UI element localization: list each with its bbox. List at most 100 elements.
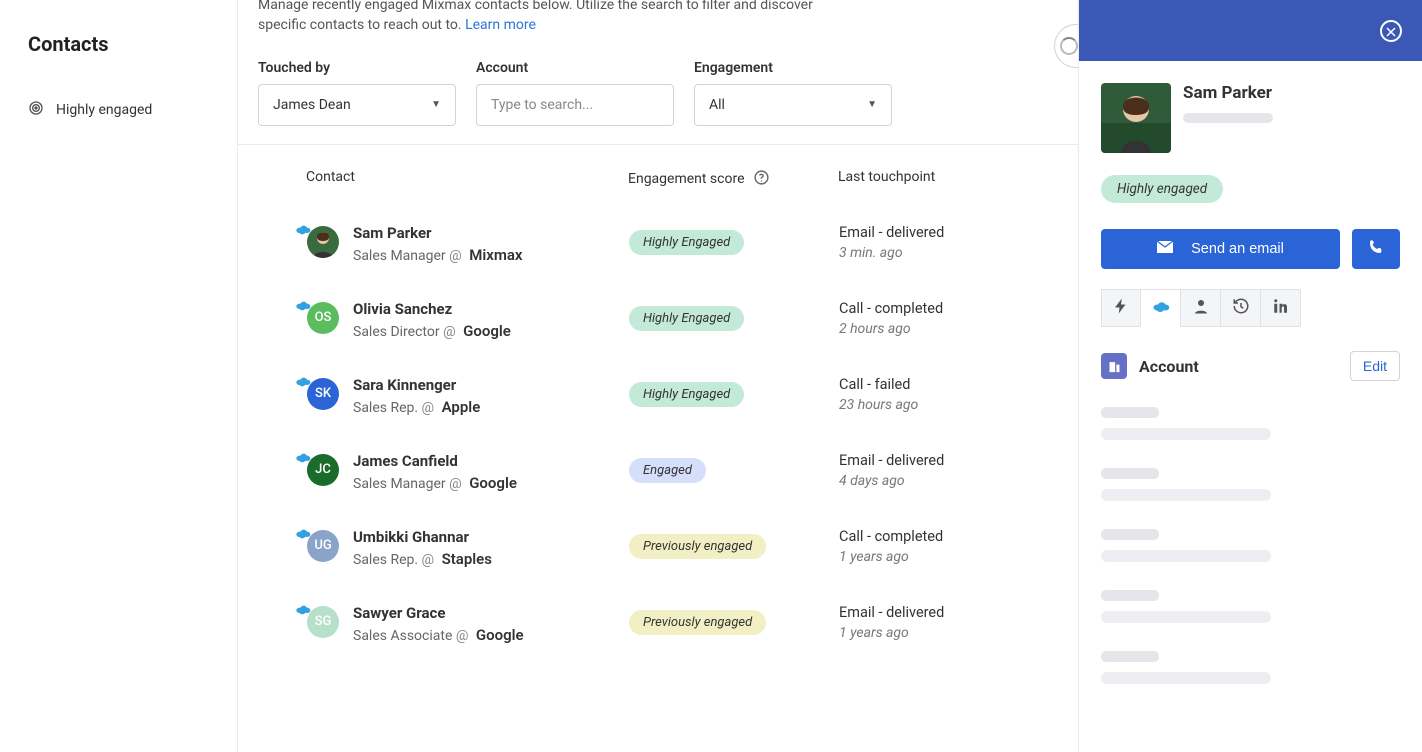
contacts-table-body: Sam Parker Sales Manager @ Mixmax Highly…: [238, 206, 1078, 752]
chevron-down-icon: ▼: [867, 99, 877, 110]
sidebar: Contacts Highly engaged: [0, 0, 238, 752]
touchpoint-time: 1 years ago: [839, 549, 1058, 565]
contact-name: Olivia Sanchez: [353, 300, 511, 318]
filter-touched-by-select[interactable]: James Dean ▼: [258, 84, 456, 126]
sidebar-item-highly-engaged[interactable]: Highly engaged: [28, 100, 237, 120]
touchpoint-event: Email - delivered: [839, 224, 1058, 241]
contact-name: Sam Parker: [353, 224, 523, 242]
engagement-badge: Highly engaged: [1101, 175, 1223, 203]
account-section: Account Edit: [1101, 351, 1400, 684]
engagement-badge: Highly Engaged: [629, 382, 744, 407]
salesforce-icon: [295, 600, 311, 612]
filter-engagement-select[interactable]: All ▼: [694, 84, 892, 126]
table-row[interactable]: OS Olivia Sanchez Sales Director @ Googl…: [238, 282, 1078, 358]
tab-activity[interactable]: [1101, 289, 1141, 327]
touchpoint-event: Call - completed: [839, 528, 1058, 545]
salesforce-icon: [295, 524, 311, 536]
learn-more-link[interactable]: Learn more: [465, 17, 536, 33]
engagement-badge: Engaged: [629, 458, 706, 483]
salesforce-icon: [1152, 297, 1170, 319]
main-content: Manage recently engaged Mixmax contacts …: [238, 0, 1078, 752]
touchpoint-time: 2 hours ago: [839, 321, 1058, 337]
help-icon[interactable]: [753, 169, 770, 190]
chevron-down-icon: ▼: [431, 99, 441, 110]
filter-engagement-value: All: [709, 97, 725, 113]
filter-engagement-label: Engagement: [694, 60, 892, 76]
contact-title: Sales Rep. @ Staples: [353, 550, 492, 568]
phone-icon: [1368, 239, 1384, 259]
panel-header: [1079, 0, 1422, 61]
table-row[interactable]: SK Sara Kinnenger Sales Rep. @ Apple Hig…: [238, 358, 1078, 434]
filter-touched-by-label: Touched by: [258, 60, 456, 76]
tab-history[interactable]: [1221, 289, 1261, 327]
send-email-button[interactable]: Send an email: [1101, 229, 1340, 269]
engagement-badge: Highly Engaged: [629, 306, 744, 331]
table-row[interactable]: SG Sawyer Grace Sales Associate @ Google…: [238, 586, 1078, 662]
sidebar-item-label: Highly engaged: [56, 102, 152, 118]
filter-account-input[interactable]: Type to search...: [476, 84, 674, 126]
table-header: Contact Engagement score Last touchpoint: [238, 145, 1078, 206]
contact-title: Sales Manager @ Mixmax: [353, 246, 523, 264]
table-row[interactable]: JC James Canfield Sales Manager @ Google…: [238, 434, 1078, 510]
contact-title: Sales Director @ Google: [353, 322, 511, 340]
touchpoint-event: Call - failed: [839, 376, 1058, 393]
building-icon: [1101, 353, 1127, 379]
tab-linkedin[interactable]: [1261, 289, 1301, 327]
touchpoint-time: 23 hours ago: [839, 397, 1058, 413]
action-row: Send an email: [1101, 229, 1400, 269]
column-header-touchpoint: Last touchpoint: [838, 169, 1058, 190]
contact-summary: Sam Parker: [1101, 83, 1400, 153]
contact-title: Sales Rep. @ Apple: [353, 398, 480, 416]
close-icon: [1386, 22, 1396, 41]
contact-name: Sam Parker: [1183, 83, 1273, 103]
linkedin-icon: [1272, 297, 1290, 319]
tab-salesforce[interactable]: [1141, 289, 1181, 327]
email-icon: [1157, 241, 1173, 257]
edit-button[interactable]: Edit: [1350, 351, 1400, 381]
panel-tabs: [1101, 289, 1400, 327]
touchpoint-time: 1 years ago: [839, 625, 1058, 641]
skeleton-line: [1183, 113, 1273, 123]
call-button[interactable]: [1352, 229, 1400, 269]
filter-account-placeholder: Type to search...: [491, 97, 593, 113]
send-email-label: Send an email: [1191, 241, 1284, 257]
target-icon: [28, 100, 44, 120]
salesforce-icon: [295, 220, 311, 232]
contact-detail-panel: Sam Parker Highly engaged Send an email: [1078, 0, 1422, 752]
close-button[interactable]: [1380, 20, 1402, 42]
filter-touched-by-value: James Dean: [273, 97, 351, 113]
salesforce-icon: [295, 296, 311, 308]
column-header-engagement: Engagement score: [628, 171, 745, 187]
contact-name: Sawyer Grace: [353, 604, 524, 622]
touchpoint-event: Email - delivered: [839, 604, 1058, 621]
avatar: JC: [307, 454, 339, 486]
avatar: SK: [307, 378, 339, 410]
contact-photo: [1101, 83, 1171, 153]
column-header-contact: Contact: [258, 169, 628, 190]
contact-title: Sales Associate @ Google: [353, 626, 524, 644]
salesforce-icon: [295, 448, 311, 460]
engagement-badge: Previously engaged: [629, 610, 766, 635]
filter-account-label: Account: [476, 60, 674, 76]
table-row[interactable]: Sam Parker Sales Manager @ Mixmax Highly…: [238, 206, 1078, 282]
contact-name: James Canfield: [353, 452, 517, 470]
spinner-icon: [1060, 37, 1078, 55]
table-row[interactable]: UG Umbikki Ghannar Sales Rep. @ Staples …: [238, 510, 1078, 586]
avatar: SG: [307, 606, 339, 638]
touchpoint-event: Email - delivered: [839, 452, 1058, 469]
salesforce-icon: [295, 372, 311, 384]
bolt-icon: [1112, 297, 1130, 319]
contact-name: Umbikki Ghannar: [353, 528, 492, 546]
engagement-badge: Previously engaged: [629, 534, 766, 559]
touchpoint-time: 3 min. ago: [839, 245, 1058, 261]
history-icon: [1232, 297, 1250, 319]
section-title: Account: [1139, 357, 1199, 376]
page-title: Contacts: [28, 32, 237, 56]
avatar: [307, 226, 339, 258]
person-icon: [1192, 297, 1210, 319]
touchpoint-time: 4 days ago: [839, 473, 1058, 489]
contact-name: Sara Kinnenger: [353, 376, 480, 394]
tab-person[interactable]: [1181, 289, 1221, 327]
avatar: OS: [307, 302, 339, 334]
contact-title: Sales Manager @ Google: [353, 474, 517, 492]
